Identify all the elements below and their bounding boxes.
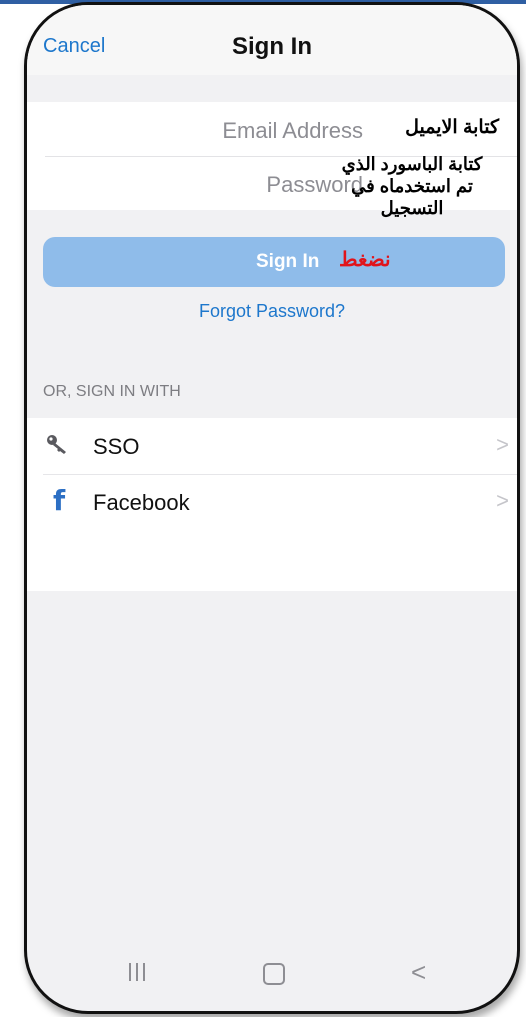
home-icon[interactable] [263,963,285,985]
alt-signin-list: SSO > f Facebook > [27,418,517,591]
nav-header: Cancel Sign In [27,5,517,75]
annotation-press: نضغط [339,249,391,271]
chevron-right-icon: > [496,432,509,457]
facebook-icon: f [53,484,66,517]
sign-in-button-label: Sign In [256,251,320,272]
annotation-password: كتابة الباسورد الذي تم استخدماه في التسج… [327,153,497,219]
sign-in-button[interactable]: Sign In نضغط [43,237,505,287]
list-item-label: SSO [93,434,140,459]
recent-apps-icon[interactable] [127,963,147,981]
annotation-email: كتابة الايميل [405,117,499,138]
alt-signin-section-label: OR, SIGN IN WITH [43,383,181,400]
chevron-right-icon: > [496,488,509,513]
phone-frame: Cancel Sign In Email Address Password كت… [24,2,520,1014]
list-item-facebook[interactable]: f Facebook > [27,474,517,530]
page-title: Sign In [232,33,312,60]
annotation-password-line3: التسجيل [380,198,444,218]
list-item-label: Facebook [93,490,190,515]
system-navigation-bar: < [27,941,517,1011]
forgot-password-link[interactable]: Forgot Password? [27,301,517,322]
email-field[interactable]: Email Address [222,118,363,144]
annotation-password-line2: تم استخدماه في [351,176,473,196]
annotation-password-line1: كتابة الباسورد الذي [341,154,483,174]
list-item-sso[interactable]: SSO > [27,418,517,475]
back-icon[interactable]: < [411,957,426,988]
key-icon [47,435,66,454]
